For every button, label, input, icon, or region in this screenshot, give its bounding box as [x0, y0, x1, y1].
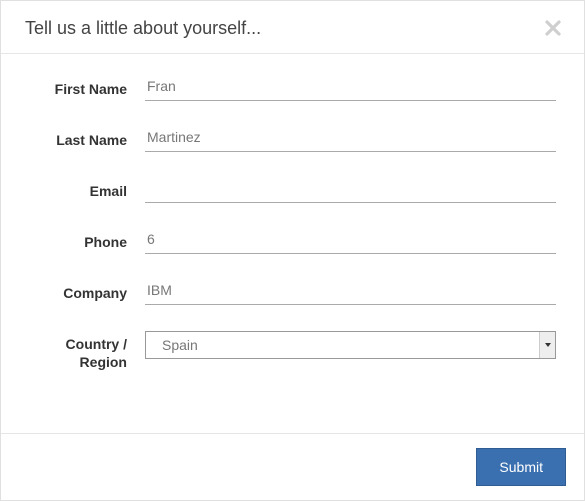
form-body: First Name Last Name Email Phone Company…: [1, 54, 584, 409]
label-first-name: First Name: [25, 78, 145, 98]
row-country: Country / Region Spain: [25, 333, 556, 371]
chevron-down-icon: [539, 332, 555, 358]
field-phone: [145, 231, 556, 254]
country-select[interactable]: Spain: [145, 331, 556, 359]
field-last-name: [145, 129, 556, 152]
label-company: Company: [25, 282, 145, 302]
field-first-name: [145, 78, 556, 101]
field-email: [145, 180, 556, 203]
close-button[interactable]: [542, 17, 564, 39]
last-name-input[interactable]: [145, 129, 556, 152]
field-country: Spain: [145, 333, 556, 359]
label-last-name: Last Name: [25, 129, 145, 149]
row-company: Company: [25, 282, 556, 305]
dialog-header: Tell us a little about yourself...: [1, 1, 584, 54]
row-email: Email: [25, 180, 556, 203]
company-input[interactable]: [145, 282, 556, 305]
country-select-value: Spain: [146, 337, 539, 353]
field-company: [145, 282, 556, 305]
row-phone: Phone: [25, 231, 556, 254]
dialog-title: Tell us a little about yourself...: [25, 18, 261, 39]
close-icon: [544, 19, 562, 37]
first-name-input[interactable]: [145, 78, 556, 101]
email-input[interactable]: [145, 180, 556, 203]
submit-button[interactable]: Submit: [476, 448, 566, 486]
label-email: Email: [25, 180, 145, 200]
label-phone: Phone: [25, 231, 145, 251]
row-last-name: Last Name: [25, 129, 556, 152]
row-first-name: First Name: [25, 78, 556, 101]
phone-input[interactable]: [145, 231, 556, 254]
dialog-footer: Submit: [1, 433, 584, 500]
label-country: Country / Region: [25, 333, 145, 371]
